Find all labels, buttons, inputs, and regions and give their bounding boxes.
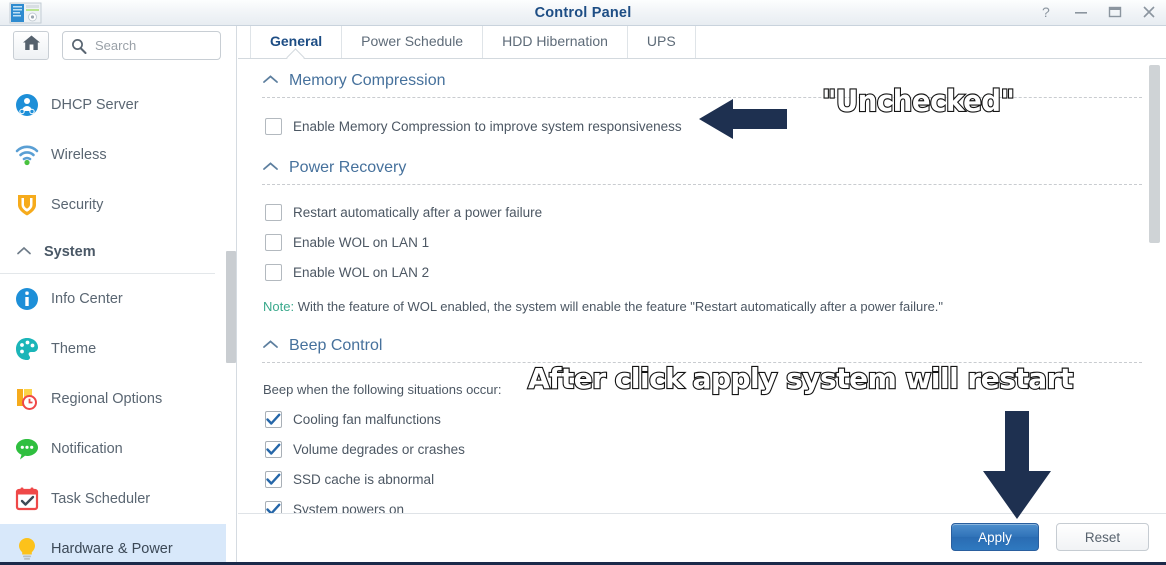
sidebar-item-regional-options[interactable]: Regional Options [0, 374, 226, 424]
sidebar-item-label: Wireless [51, 147, 107, 163]
sidebar-item-info-center[interactable]: Info Center [0, 274, 226, 324]
sidebar: Network DHCP Server [0, 26, 237, 562]
dhcp-server-icon [12, 91, 42, 119]
sidebar-item-label: Hardware & Power [51, 541, 173, 557]
window-controls: ? [1040, 0, 1158, 26]
chevron-up-icon [262, 159, 279, 177]
close-button[interactable] [1142, 4, 1158, 22]
tab-general[interactable]: General [250, 26, 341, 58]
checkbox-enable-wol-lan-2[interactable] [265, 264, 282, 281]
maximize-button[interactable] [1108, 4, 1124, 22]
checkbox-label: Enable WOL on LAN 2 [293, 265, 430, 280]
checkbox-label: Cooling fan malfunctions [293, 412, 441, 427]
sidebar-item-theme[interactable]: Theme [0, 324, 226, 374]
reset-button[interactable]: Reset [1056, 523, 1149, 551]
chevron-up-icon [16, 243, 32, 261]
sidebar-item-task-scheduler[interactable]: Task Scheduler [0, 474, 226, 524]
checkbox-label: Volume degrades or crashes [293, 442, 465, 457]
home-icon [22, 34, 41, 57]
checkbox-enable-wol-lan-1[interactable] [265, 234, 282, 251]
tab-bar: General Power Schedule HDD Hibernation U… [238, 26, 1166, 59]
note-prefix: Note: [263, 299, 295, 314]
footer-bar: Apply Reset [238, 513, 1166, 559]
note-text: With the feature of WOL enabled, the sys… [294, 299, 944, 314]
sidebar-item-security[interactable]: Security [0, 180, 226, 230]
checkbox-row-restart-after-power-failure[interactable]: Restart automatically after a power fail… [265, 204, 1166, 221]
checkbox-cooling-fan-malfunctions[interactable] [265, 411, 282, 428]
general-settings-pane: Memory Compression Enable Memory Compres… [238, 59, 1166, 562]
beep-control-intro: Beep when the following situations occur… [263, 382, 502, 397]
sidebar-item-label: DHCP Server [51, 97, 139, 113]
checkbox-row-volume-degrades-or-crashes[interactable]: Volume degrades or crashes [265, 441, 1166, 458]
section-title: Memory Compression [289, 72, 446, 89]
sidebar-item-notification[interactable]: Notification [0, 424, 226, 474]
home-button[interactable] [13, 31, 49, 60]
help-button[interactable]: ? [1040, 4, 1056, 22]
search-box[interactable] [62, 31, 221, 60]
sidebar-group-system[interactable]: System [0, 230, 215, 274]
checkbox-row-memory-compression[interactable]: Enable Memory Compression to improve sys… [265, 118, 1166, 135]
minimize-button[interactable] [1074, 4, 1090, 22]
sidebar-item-dhcp-server[interactable]: DHCP Server [0, 80, 226, 130]
checkbox-enable-memory-compression[interactable] [265, 118, 282, 135]
sidebar-item-wireless[interactable]: Wireless [0, 130, 226, 180]
sidebar-item-label: Task Scheduler [51, 491, 151, 507]
checkbox-label: SSD cache is abnormal [293, 472, 435, 487]
sidebar-scroll-region: Network DHCP Server [0, 47, 236, 562]
section-header-power-recovery[interactable]: Power Recovery [262, 135, 1142, 185]
sidebar-item-label: Security [51, 197, 104, 213]
window-titlebar: Control Panel ? [0, 0, 1166, 26]
palette-icon [12, 335, 42, 363]
tab-bar-filler [694, 26, 1166, 58]
task-scheduler-icon [12, 485, 42, 513]
section-title: Beep Control [289, 337, 383, 354]
checkbox-row-wol-lan-2[interactable]: Enable WOL on LAN 2 [265, 264, 1166, 281]
sidebar-item-hardware-and-power[interactable]: Hardware & Power [0, 524, 226, 562]
checkbox-restart-after-power-failure[interactable] [265, 204, 282, 221]
chevron-up-icon [262, 337, 279, 355]
checkbox-volume-degrades-or-crashes[interactable] [265, 441, 282, 458]
notification-icon [12, 435, 42, 463]
tab-ups[interactable]: UPS [626, 26, 695, 58]
content-area: General Power Schedule HDD Hibernation U… [238, 26, 1166, 562]
checkbox-label: Restart automatically after a power fail… [293, 205, 543, 220]
section-header-memory-compression[interactable]: Memory Compression [262, 59, 1142, 98]
tab-hdd-hibernation[interactable]: HDD Hibernation [482, 26, 627, 58]
regional-options-icon [12, 385, 42, 413]
apply-button[interactable]: Apply [951, 523, 1039, 551]
sidebar-item-label: Info Center [51, 291, 123, 307]
content-scrollbar[interactable] [1149, 65, 1160, 243]
checkbox-row-cooling-fan-malfunctions[interactable]: Cooling fan malfunctions [265, 411, 1166, 428]
control-panel-window: Control Panel ? DHCP Server Wireless Sec… [0, 0, 1166, 565]
checkbox-ssd-cache-is-abnormal[interactable] [265, 471, 282, 488]
svg-text:?: ? [1042, 4, 1050, 20]
section-title: Power Recovery [289, 159, 407, 176]
checkbox-row-ssd-cache-is-abnormal[interactable]: SSD cache is abnormal [265, 471, 1166, 488]
sidebar-item-label: Notification [51, 441, 123, 457]
search-input[interactable] [93, 37, 211, 54]
sidebar-item-label: Theme [51, 341, 97, 357]
sidebar-toolbar [0, 29, 236, 64]
power-recovery-note: Note: With the feature of WOL enabled, t… [263, 299, 1166, 314]
lightbulb-icon [12, 535, 42, 562]
section-header-beep-control[interactable]: Beep Control [262, 314, 1142, 363]
shield-icon [12, 191, 42, 219]
sidebar-item-label: Regional Options [51, 391, 163, 407]
search-icon [71, 38, 87, 54]
checkbox-label: Enable Memory Compression to improve sys… [293, 119, 682, 134]
checkbox-row-wol-lan-1[interactable]: Enable WOL on LAN 1 [265, 234, 1166, 251]
wireless-icon [12, 141, 42, 169]
window-title: Control Panel [534, 5, 632, 21]
checkbox-label: Enable WOL on LAN 1 [293, 235, 430, 250]
sidebar-group-label: System [44, 243, 96, 260]
info-icon [12, 285, 42, 313]
chevron-up-icon [262, 72, 279, 90]
sidebar-scrollbar[interactable] [226, 251, 236, 363]
sidebar-item-list: Network DHCP Server [0, 30, 226, 562]
tab-power-schedule[interactable]: Power Schedule [341, 26, 482, 58]
